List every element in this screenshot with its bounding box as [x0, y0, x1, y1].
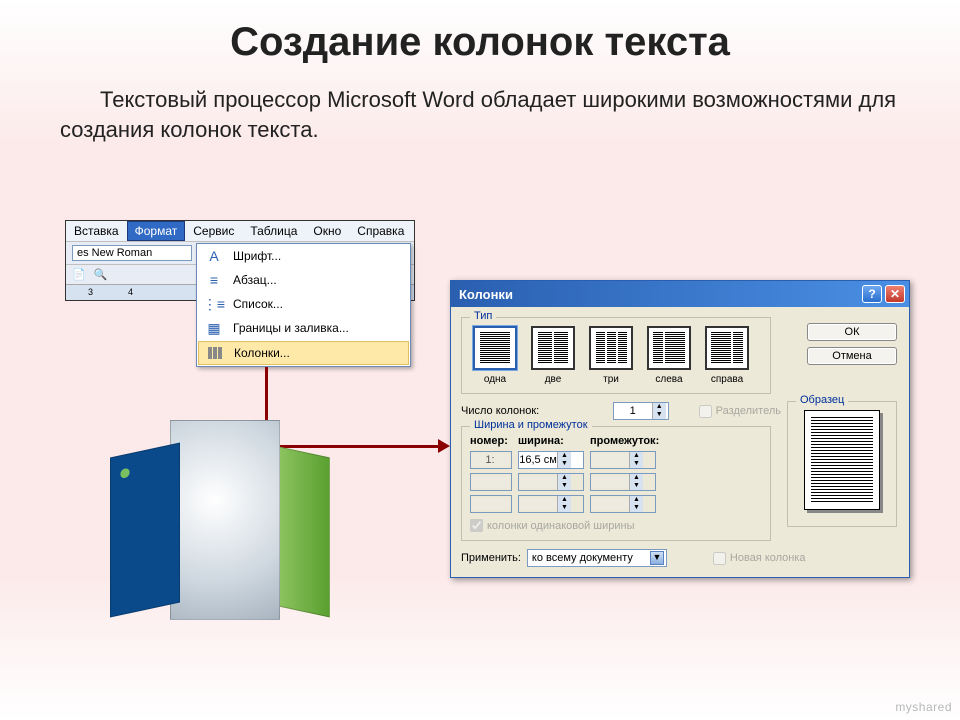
page-title: Создание колонок текста [0, 0, 960, 65]
menu-format[interactable]: Формат [127, 221, 186, 241]
menu-insert[interactable]: Вставка [66, 221, 127, 241]
list-icon: ⋮≡ [203, 296, 225, 312]
column-count-input[interactable]: ▲▼ [613, 402, 669, 420]
font-icon: A [203, 248, 225, 264]
equal-width-checkbox[interactable]: колонки одинаковой ширины [470, 519, 762, 532]
watermark: myshared [895, 700, 952, 714]
type-right[interactable]: справа [702, 326, 752, 385]
col-header: промежуток: [590, 435, 670, 447]
columns-dialog: Колонки ? ✕ ОК Отмена Тип одна две [450, 280, 910, 578]
type-two[interactable]: две [528, 326, 578, 385]
brochure-image [110, 410, 330, 640]
menu-borders-item[interactable]: ▦ Границы и заливка... [197, 316, 410, 340]
menu-item-label: Границы и заливка... [233, 321, 349, 335]
dialog-titlebar: Колонки ? ✕ [451, 281, 909, 307]
spin-down[interactable]: ▼ [652, 411, 666, 419]
type-label: справа [702, 374, 752, 385]
group-label-type: Тип [470, 310, 496, 322]
row-gap-input: ▲▼ [590, 451, 656, 469]
format-dropdown: A Шрифт... ≡ Абзац... ⋮≡ Список... ▦ Гра… [196, 243, 411, 367]
paragraph-icon: ≡ [203, 272, 225, 288]
menu-columns-item[interactable]: Колонки... [198, 341, 409, 365]
word-menu-screenshot: Вставка Формат Сервис Таблица Окно Справ… [65, 220, 415, 301]
separator-checkbox[interactable]: Разделитель [699, 405, 781, 418]
menu-tools[interactable]: Сервис [185, 221, 242, 241]
chevron-down-icon: ▼ [650, 551, 664, 565]
help-button[interactable]: ? [862, 285, 882, 303]
font-selector[interactable]: es New Roman [72, 245, 192, 261]
type-three[interactable]: три [586, 326, 636, 385]
row-num [470, 451, 512, 469]
ruler-mark: 3 [88, 287, 93, 297]
menu-font-item[interactable]: A Шрифт... [197, 244, 410, 268]
checkbox-label: Новая колонка [730, 552, 806, 564]
type-left[interactable]: слева [644, 326, 694, 385]
print-icon[interactable]: 📄 [72, 268, 86, 281]
menu-paragraph-item[interactable]: ≡ Абзац... [197, 268, 410, 292]
arrow-head-icon [438, 439, 450, 453]
type-label: слева [644, 374, 694, 385]
menu-table[interactable]: Таблица [242, 221, 305, 241]
columns-icon [204, 345, 226, 361]
type-one[interactable]: одна [470, 326, 520, 385]
menu-window[interactable]: Окно [305, 221, 349, 241]
row-width-input[interactable]: ▲▼ [518, 451, 584, 469]
checkbox-label: Разделитель [716, 405, 781, 417]
type-label: три [586, 374, 636, 385]
apply-label: Применить: [461, 552, 521, 564]
spin-up[interactable]: ▲ [652, 403, 666, 411]
group-label-width: Ширина и промежуток [470, 419, 592, 431]
col-header: ширина: [518, 435, 584, 447]
close-button[interactable]: ✕ [885, 285, 905, 303]
dialog-title: Колонки [459, 287, 513, 302]
type-label: две [528, 374, 578, 385]
menu-item-label: Колонки... [234, 346, 290, 360]
col-header: номер: [470, 435, 512, 447]
print-preview-icon[interactable]: 🔍 [94, 268, 108, 281]
menu-help[interactable]: Справка [349, 221, 412, 241]
menu-bar: Вставка Формат Сервис Таблица Окно Справ… [66, 221, 414, 241]
type-label: одна [470, 374, 520, 385]
borders-icon: ▦ [203, 320, 225, 336]
cancel-button[interactable]: Отмена [807, 347, 897, 365]
menu-item-label: Список... [233, 297, 283, 311]
page-subtitle: Текстовый процессор Microsoft Word облад… [0, 65, 960, 144]
menu-item-label: Шрифт... [233, 249, 281, 263]
apply-combo[interactable]: ко всему документу ▼ [527, 549, 667, 567]
new-column-checkbox[interactable]: Новая колонка [713, 552, 806, 565]
checkbox-label: колонки одинаковой ширины [487, 520, 635, 532]
ok-button[interactable]: ОК [807, 323, 897, 341]
preview-page [804, 410, 880, 510]
menu-list-item[interactable]: ⋮≡ Список... [197, 292, 410, 316]
menu-item-label: Абзац... [233, 273, 277, 287]
preview-label: Образец [796, 394, 848, 406]
count-label: Число колонок: [461, 405, 539, 417]
combo-value: ко всему документу [532, 552, 633, 564]
ruler-mark: 4 [128, 287, 133, 297]
